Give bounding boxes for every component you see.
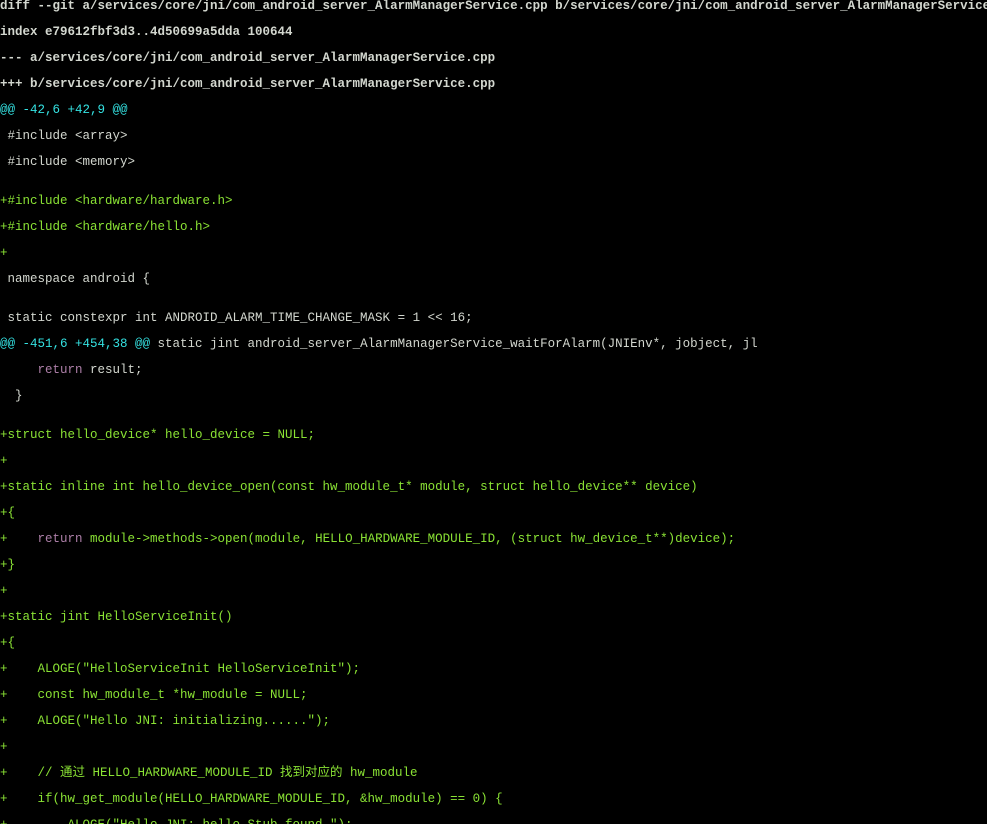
hunk-header: @@ -451,6 +454,38 @@ static jint android… <box>0 338 987 351</box>
context-line: static constexpr int ANDROID_ALARM_TIME_… <box>0 312 987 325</box>
context-line: } <box>0 390 987 403</box>
add-line: + <box>0 741 987 754</box>
add-line: +struct hello_device* hello_device = NUL… <box>0 429 987 442</box>
add-line: +static jint HelloServiceInit() <box>0 611 987 624</box>
context-line: namespace android { <box>0 273 987 286</box>
context-line: return result; <box>0 364 987 377</box>
add-line: +#include <hardware/hello.h> <box>0 221 987 234</box>
add-line: + ALOGE("HelloServiceInit HelloServiceIn… <box>0 663 987 676</box>
add-line: + ALOGE("Hello JNI: hello Stub found."); <box>0 819 987 824</box>
add-line: +{ <box>0 637 987 650</box>
add-line: + ALOGE("Hello JNI: initializing......")… <box>0 715 987 728</box>
add-line: +} <box>0 559 987 572</box>
add-line: + const hw_module_t *hw_module = NULL; <box>0 689 987 702</box>
add-line: + // 通过 HELLO_HARDWARE_MODULE_ID 找到对应的 h… <box>0 767 987 780</box>
add-line: + if(hw_get_module(HELLO_HARDWARE_MODULE… <box>0 793 987 806</box>
diff-line: --- a/services/core/jni/com_android_serv… <box>0 52 987 65</box>
diff-output: diff --git a/services/core/jni/com_andro… <box>0 0 987 824</box>
context-line: #include <array> <box>0 130 987 143</box>
add-line: + return module->methods->open(module, H… <box>0 533 987 546</box>
diff-line: index e79612fbf3d3..4d50699a5dda 100644 <box>0 26 987 39</box>
add-line: + <box>0 585 987 598</box>
diff-line: +++ b/services/core/jni/com_android_serv… <box>0 78 987 91</box>
add-line: + <box>0 455 987 468</box>
add-line: + <box>0 247 987 260</box>
add-line: +#include <hardware/hardware.h> <box>0 195 987 208</box>
add-line: +{ <box>0 507 987 520</box>
hunk-header: @@ -42,6 +42,9 @@ <box>0 104 987 117</box>
diff-line: diff --git a/services/core/jni/com_andro… <box>0 0 987 13</box>
context-line: #include <memory> <box>0 156 987 169</box>
add-line: +static inline int hello_device_open(con… <box>0 481 987 494</box>
